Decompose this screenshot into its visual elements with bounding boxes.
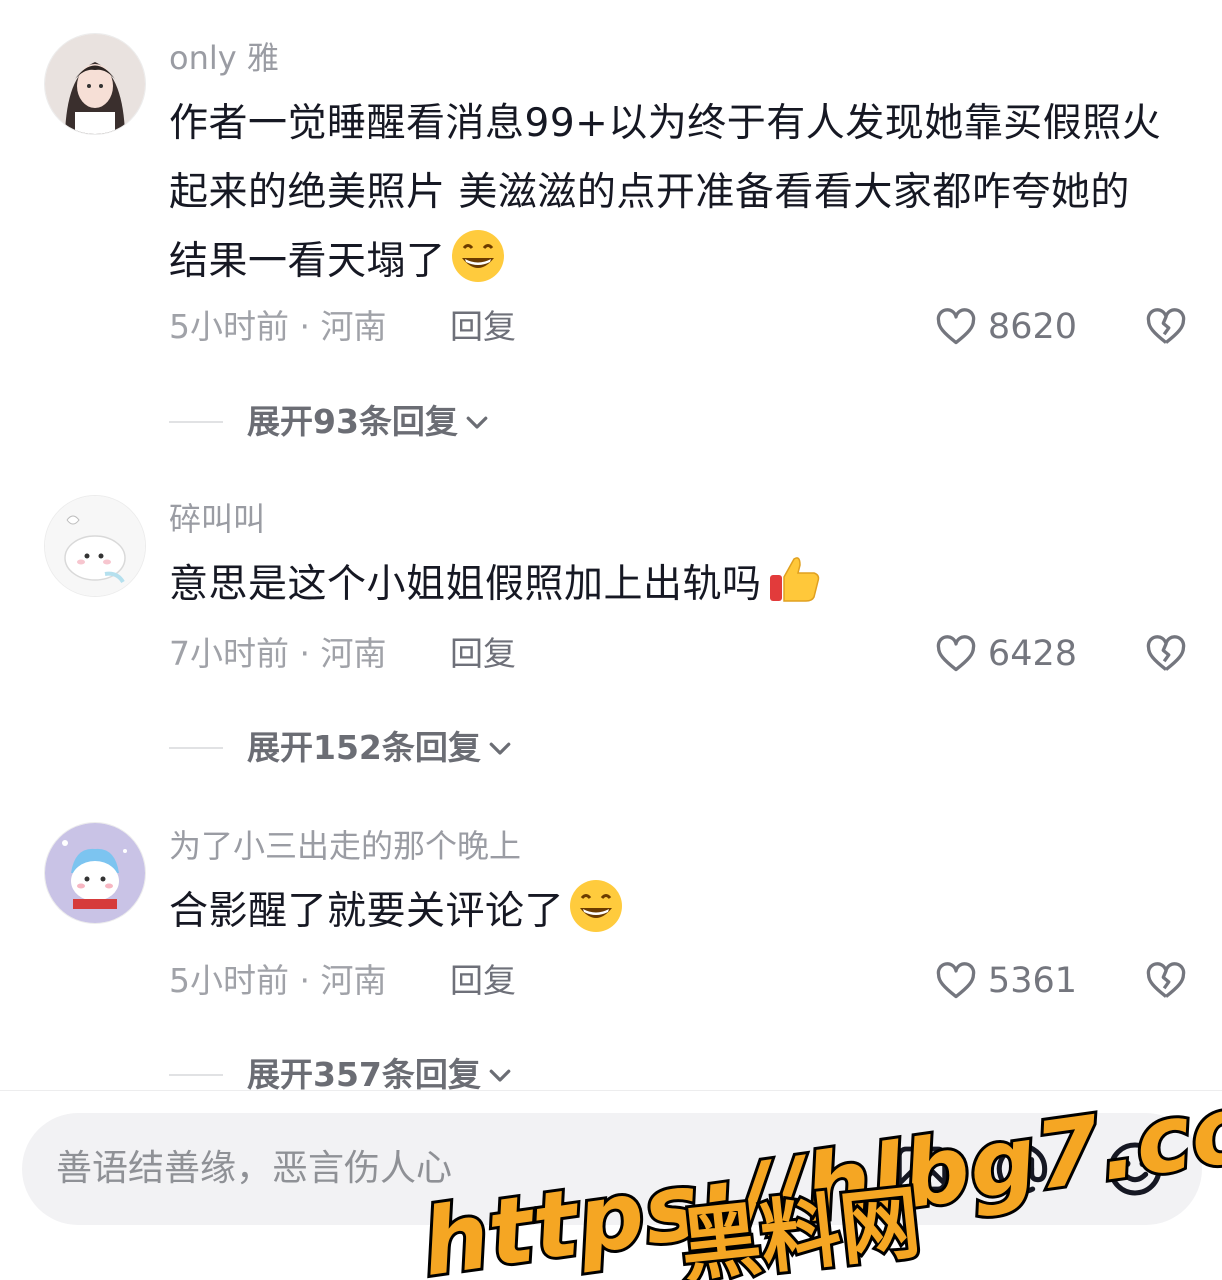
comment-input-bar: 善语结善缘，恶言伤人心 [0,1091,1222,1280]
time-location: 5小时前 · 河南 [169,307,387,346]
reply-button[interactable]: 回复 [450,303,516,351]
emoji-icon[interactable] [1103,1137,1167,1201]
at-icon[interactable] [990,1137,1054,1201]
comment-text-body: 作者一觉睡醒看消息99+以为终于有人发现她靠买假照火起来的绝美照片 美滋滋的点开… [169,101,1162,284]
like-count: 8620 [987,307,1077,347]
expand-replies-button[interactable]: 展开152条回复 [169,724,515,772]
chevron-down-icon [466,416,488,429]
divider-line [169,747,223,749]
expand-replies-label: 展开152条回复 [247,728,481,767]
username[interactable]: only 雅 [169,36,279,80]
comment-text-body: 合影醒了就要关评论了 [169,889,565,934]
divider-line [169,1074,223,1076]
divider-line [169,421,223,423]
avatar[interactable] [44,33,146,135]
thumbs-up-emoji [769,557,819,602]
comment-input[interactable]: 善语结善缘，恶言伤人心 [22,1113,1202,1225]
broken-heart-icon[interactable] [1144,959,1188,1003]
like-button[interactable]: 5361 [934,957,1077,1005]
chevron-down-icon [489,742,511,755]
image-icon[interactable] [890,1137,954,1201]
expand-replies-label: 展开93条回复 [247,402,458,441]
broken-heart-icon[interactable] [1144,305,1188,349]
time-location: 5小时前 · 河南 [169,961,387,1000]
like-count: 6428 [987,634,1077,674]
heart-icon [936,962,976,999]
comment-text: 意思是这个小姐姐假照加上出轨吗 [169,550,1179,619]
avatar[interactable] [44,495,146,597]
comment-text: 合影醒了就要关评论了 [169,877,1179,946]
comment-input-placeholder: 善语结善缘，恶言伤人心 [56,1148,453,1189]
grinning-face-emoji [451,230,504,282]
username[interactable]: 为了小三出走的那个晚上 [169,824,521,868]
broken-heart-icon[interactable] [1144,632,1188,676]
like-count: 5361 [987,961,1077,1001]
like-button[interactable]: 6428 [934,630,1077,678]
username[interactable]: 碎叫叫 [169,497,265,541]
avatar[interactable] [44,822,146,924]
heart-icon [936,635,976,672]
like-button[interactable]: 8620 [934,303,1077,351]
reply-button[interactable]: 回复 [450,630,516,678]
comment-text-body: 意思是这个小姐姐假照加上出轨吗 [169,562,762,607]
time-location: 7小时前 · 河南 [169,634,387,673]
heart-icon [936,308,976,345]
grinning-face-emoji [570,880,623,932]
expand-replies-button[interactable]: 展开93条回复 [169,398,492,446]
chevron-down-icon [489,1069,511,1082]
reply-button[interactable]: 回复 [450,957,516,1005]
comment-text: 作者一觉睡醒看消息99+以为终于有人发现她靠买假照火起来的绝美照片 美滋滋的点开… [169,89,1179,296]
